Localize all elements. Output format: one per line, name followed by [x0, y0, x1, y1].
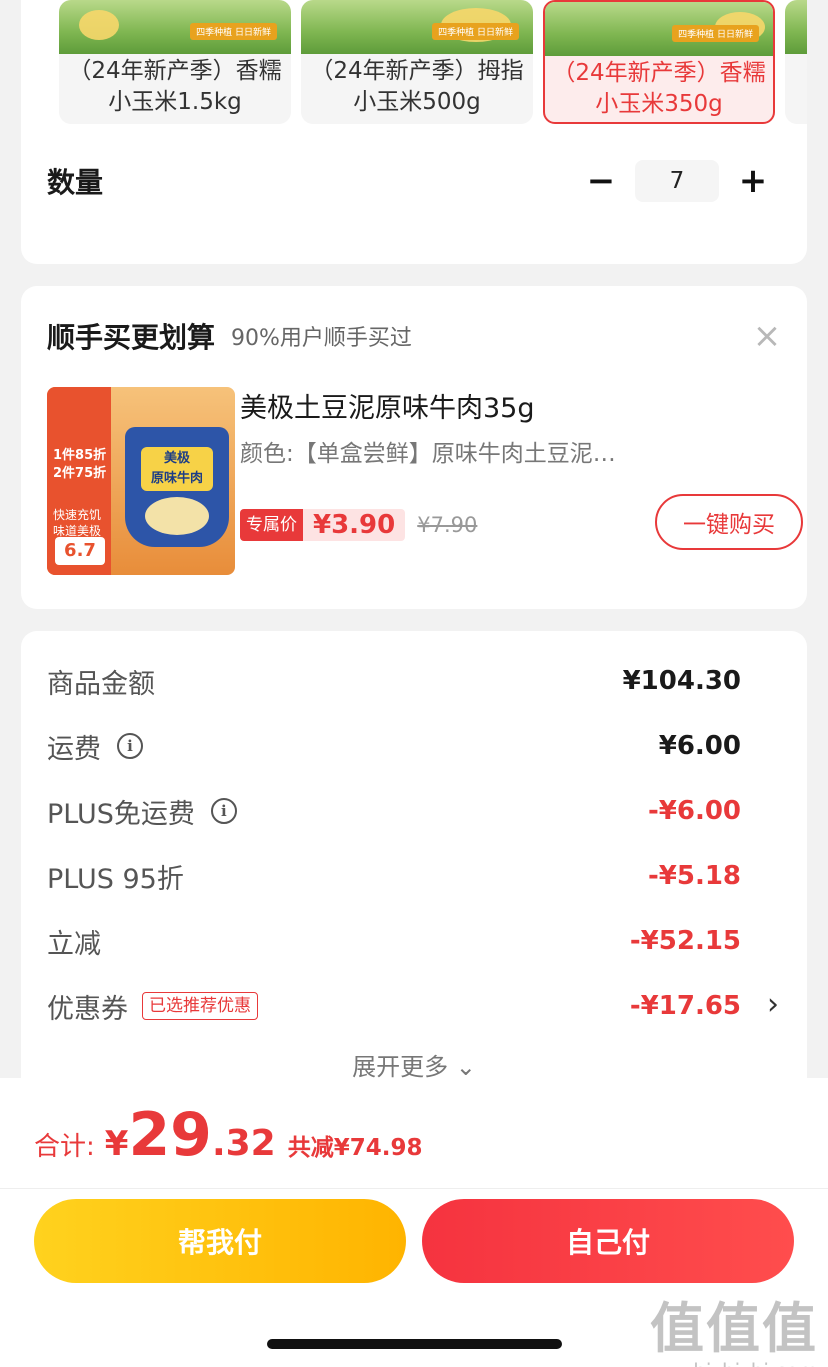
variant-option-2[interactable]: 四季种植 日日新鲜 （24年新产季）拇指小玉米500g: [301, 0, 533, 124]
addon-original-price: ¥7.90: [417, 513, 478, 537]
price-summary-card: 商品金额 ¥104.30 运费 i ¥6.00 PLUS免运费 i -¥6.00…: [21, 631, 807, 1091]
chevron-right-icon[interactable]: ›: [767, 987, 779, 1022]
watermark: 值值值 zhizhizhi.com: [650, 1284, 818, 1367]
decrement-button[interactable]: −: [573, 159, 629, 203]
summary-label: 商品金额: [47, 668, 155, 700]
addon-product-spec[interactable]: 颜色:【单盒尝鲜】原味牛肉土豆泥35g: [240, 434, 620, 468]
summary-value: -¥52.15: [629, 926, 741, 956]
close-icon[interactable]: ×: [747, 316, 787, 356]
addon-price: ¥3.90: [303, 509, 406, 541]
quantity-row: 数量 − 7 +: [47, 156, 781, 206]
summary-label: 优惠券: [47, 993, 128, 1025]
self-pay-button[interactable]: 自己付: [422, 1199, 794, 1283]
product-cup-graphic: 美极 原味牛肉: [125, 427, 229, 547]
variant-option-4[interactable]: （2: [785, 0, 807, 124]
increment-button[interactable]: +: [725, 159, 781, 203]
variant-thumbnail: 四季种植 日日新鲜: [545, 2, 773, 56]
variant-thumb-tag: 四季种植 日日新鲜: [672, 25, 759, 42]
summary-label: PLUS 95折: [47, 863, 184, 895]
product-cup-label: 美极 原味牛肉: [141, 447, 213, 491]
variant-name: （2: [785, 56, 807, 87]
exclusive-price-badge: 专属价: [240, 509, 303, 541]
summary-row-plus-free-shipping: PLUS免运费 i -¥6.00: [47, 791, 741, 831]
summary-label: 立减: [47, 928, 101, 960]
summary-row-subtotal: 商品金额 ¥104.30: [47, 661, 741, 701]
total-integer: 29: [128, 1100, 212, 1170]
checkout-bar: 合计: ¥ 29 .32 共减¥74.98 帮我付 自己付 值值值 zhizhi…: [0, 1078, 828, 1367]
variant-thumb-tag: 四季种植 日日新鲜: [190, 23, 277, 40]
addon-price-row: 专属价 ¥3.90 ¥7.90: [240, 507, 477, 543]
divider: [0, 1188, 828, 1189]
product-image[interactable]: 1件85折 2件75折 快速充饥 味道美极 6.7 美极 原味牛肉: [47, 387, 235, 575]
summary-value: ¥104.30: [622, 666, 741, 696]
expand-more-button[interactable]: 展开更多 ⌄: [21, 1047, 807, 1082]
variant-list: 四季种植 日日新鲜 （24年新产季）香糯小玉米1.5kg 四季种植 日日新鲜 （…: [59, 0, 807, 124]
product-image-price-badge: 6.7: [55, 537, 105, 565]
variant-thumbnail: 四季种植 日日新鲜: [59, 0, 291, 54]
total-currency: ¥: [104, 1124, 129, 1164]
variant-thumbnail: 四季种植 日日新鲜: [301, 0, 533, 54]
summary-label: PLUS免运费: [47, 798, 195, 830]
variant-thumb-tag: 四季种植 日日新鲜: [432, 23, 519, 40]
info-icon[interactable]: i: [210, 798, 237, 824]
one-click-buy-button[interactable]: 一键购买: [655, 494, 803, 550]
quantity-input[interactable]: 7: [635, 160, 719, 202]
summary-row-coupon[interactable]: 优惠券 已选推荐优惠 -¥17.65: [47, 986, 741, 1026]
summary-row-shipping: 运费 i ¥6.00: [47, 726, 741, 766]
total-decimal: .32: [211, 1123, 276, 1164]
summary-value: ¥6.00: [658, 731, 741, 761]
addon-subtitle: 90%用户顺手买过: [231, 326, 412, 351]
summary-value: -¥17.65: [629, 991, 741, 1021]
variant-card: 四季种植 日日新鲜 （24年新产季）香糯小玉米1.5kg 四季种植 日日新鲜 （…: [21, 0, 807, 264]
summary-row-instant-reduction: 立减 -¥52.15: [47, 921, 741, 961]
variant-option-3-selected[interactable]: 四季种植 日日新鲜 （24年新产季）香糯小玉米350g: [543, 0, 775, 124]
variant-name: （24年新产季）香糯小玉米350g: [552, 60, 766, 117]
addon-product-name[interactable]: 美极土豆泥原味牛肉35g: [240, 386, 535, 425]
summary-label: 运费: [47, 733, 101, 765]
product-food-graphic: [145, 497, 209, 535]
summary-row-plus-discount: PLUS 95折 -¥5.18: [47, 856, 741, 896]
summary-value: -¥6.00: [647, 796, 741, 826]
total-row: 合计: ¥ 29 .32 共减¥74.98: [34, 1100, 422, 1170]
total-label: 合计:: [34, 1132, 95, 1162]
coupon-recommended-tag: 已选推荐优惠: [142, 992, 258, 1020]
variant-option-1[interactable]: 四季种植 日日新鲜 （24年新产季）香糯小玉米1.5kg: [59, 0, 291, 124]
total-saved: 共减¥74.98: [287, 1135, 423, 1161]
product-image-slogan: 快速充饥 味道美极: [53, 508, 102, 538]
addon-header: 顺手买更划算 90%用户顺手买过 ×: [47, 316, 787, 356]
watermark-logo: 值值值: [650, 1297, 818, 1360]
variant-name: （24年新产季）拇指小玉米500g: [310, 58, 524, 115]
variant-name: （24年新产季）香糯小玉米1.5kg: [68, 58, 282, 115]
info-icon[interactable]: i: [117, 733, 143, 759]
quantity-stepper: − 7 +: [573, 159, 781, 203]
addon-title: 顺手买更划算: [47, 321, 216, 354]
variant-thumbnail: [785, 0, 807, 54]
product-image-promo: 1件85折 2件75折: [53, 448, 107, 481]
home-indicator[interactable]: [267, 1339, 562, 1349]
quantity-label: 数量: [47, 166, 104, 199]
summary-value: -¥5.18: [647, 861, 741, 891]
help-pay-button[interactable]: 帮我付: [34, 1199, 406, 1283]
